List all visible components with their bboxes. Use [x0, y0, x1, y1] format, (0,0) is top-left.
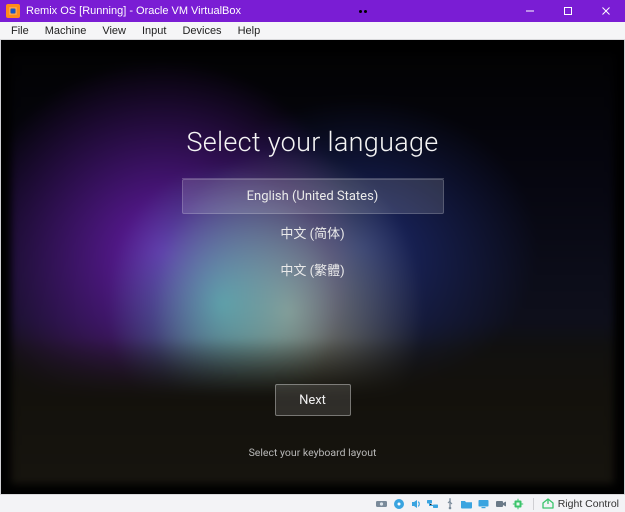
hard-disk-icon[interactable]: [375, 497, 389, 510]
display-icon[interactable]: [477, 497, 491, 510]
setup-wizard: Select your language English (United Sta…: [11, 54, 614, 484]
menu-devices[interactable]: Devices: [175, 24, 228, 38]
audio-icon[interactable]: [409, 497, 423, 510]
title-indicator-icon: [359, 10, 367, 13]
vm-display[interactable]: Select your language English (United Sta…: [0, 40, 625, 494]
statusbar: Right Control: [0, 494, 625, 512]
recording-icon[interactable]: [494, 497, 508, 510]
menu-help[interactable]: Help: [231, 24, 268, 38]
language-option-zh-cn[interactable]: 中文 (简体): [182, 214, 444, 251]
hostkey-icon: [542, 498, 554, 509]
shared-folder-icon[interactable]: [460, 497, 474, 510]
keyboard-layout-hint: Select your keyboard layout: [249, 446, 377, 459]
window-title: Remix OS [Running] - Oracle VM VirtualBo…: [26, 5, 241, 17]
window-titlebar: Remix OS [Running] - Oracle VM VirtualBo…: [0, 0, 625, 22]
cpu-icon[interactable]: [511, 497, 525, 510]
statusbar-icons: [375, 497, 525, 510]
statusbar-separator: [533, 498, 534, 510]
language-list: English (United States) 中文 (简体) 中文 (繁體): [182, 178, 444, 288]
usb-icon[interactable]: [443, 497, 457, 510]
minimize-button[interactable]: [511, 0, 549, 22]
menu-file[interactable]: File: [4, 24, 36, 38]
virtualbox-app-icon: [6, 4, 20, 18]
optical-drive-icon[interactable]: [392, 497, 406, 510]
next-button[interactable]: Next: [275, 384, 351, 416]
menu-machine[interactable]: Machine: [38, 24, 94, 38]
language-option-en-us[interactable]: English (United States): [182, 179, 444, 214]
language-option-zh-tw[interactable]: 中文 (繁體): [182, 251, 444, 288]
menu-input[interactable]: Input: [135, 24, 173, 38]
close-button[interactable]: [587, 0, 625, 22]
network-icon[interactable]: [426, 497, 440, 510]
maximize-button[interactable]: [549, 0, 587, 22]
hostkey-label: Right Control: [558, 498, 619, 510]
menubar: File Machine View Input Devices Help: [0, 22, 625, 40]
menu-view[interactable]: View: [95, 24, 133, 38]
page-title: Select your language: [186, 126, 438, 158]
